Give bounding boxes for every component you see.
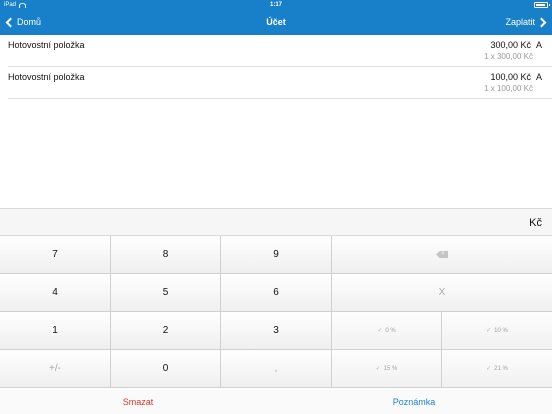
check-icon: ✓ bbox=[486, 366, 492, 372]
amount-display: Kč bbox=[0, 208, 552, 236]
item-quantity: 1 x 300,00 Kč bbox=[484, 52, 533, 61]
check-icon: ✓ bbox=[486, 328, 492, 334]
vat-0-button[interactable]: ✓ 0 % bbox=[332, 312, 442, 350]
vat-21-button[interactable]: ✓ 21 % bbox=[442, 350, 552, 388]
item-amount: 100,00 Kč A bbox=[490, 72, 542, 82]
key-3[interactable]: 3 bbox=[221, 312, 332, 350]
key-1[interactable]: 1 bbox=[0, 312, 111, 350]
vat-15-label: 15 % bbox=[383, 365, 398, 372]
bottom-toolbar: Smazat Poznámka bbox=[0, 390, 552, 414]
key-6[interactable]: 6 bbox=[221, 274, 332, 312]
item-quantity: 1 x 100,00 Kč bbox=[484, 84, 533, 93]
key-5[interactable]: 5 bbox=[111, 274, 221, 312]
item-name: Hotovostní položka bbox=[8, 40, 85, 50]
key-0[interactable]: 0 bbox=[111, 350, 221, 388]
backspace-icon: × bbox=[436, 251, 448, 258]
vat-15-button[interactable]: ✓ 15 % bbox=[332, 350, 442, 388]
list-item[interactable]: Hotovostní položka 300,00 Kč A 1 x 300,0… bbox=[8, 35, 552, 67]
battery-icon bbox=[534, 2, 550, 8]
vat-21-label: 21 % bbox=[494, 365, 508, 372]
pay-button[interactable]: Zaplatit bbox=[505, 10, 548, 35]
key-9[interactable]: 9 bbox=[221, 236, 332, 274]
status-bar: iPad 1:17 bbox=[0, 0, 552, 10]
item-price: 100,00 Kč bbox=[490, 72, 531, 82]
item-price: 300,00 Kč bbox=[490, 40, 531, 50]
check-icon: ✓ bbox=[375, 366, 381, 372]
check-icon: ✓ bbox=[377, 328, 383, 334]
vat-10-label: 10 % bbox=[494, 327, 508, 334]
nav-bar: Domů Účet Zaplatit bbox=[0, 10, 552, 35]
vat-0-label: 0 % bbox=[385, 327, 396, 334]
receipt-list: Hotovostní položka 300,00 Kč A 1 x 300,0… bbox=[0, 35, 552, 208]
vat-10-button[interactable]: ✓ 10 % bbox=[442, 312, 552, 350]
delete-button[interactable]: Smazat bbox=[0, 390, 276, 414]
keypad: 7 8 9 × 4 5 6 X 1 2 3 ✓ 0 % ✓ 10 % +/- 0… bbox=[0, 236, 552, 390]
item-tax-code: A bbox=[535, 72, 542, 82]
chevron-right-icon bbox=[536, 17, 547, 28]
item-name: Hotovostní položka bbox=[8, 72, 85, 82]
key-2[interactable]: 2 bbox=[111, 312, 221, 350]
app-window: iPad 1:17 Domů Účet Zaplatit Hotovostní … bbox=[0, 0, 552, 414]
pay-label: Zaplatit bbox=[505, 17, 535, 27]
note-button[interactable]: Poznámka bbox=[276, 390, 552, 414]
top-bar: iPad 1:17 Domů Účet Zaplatit bbox=[0, 0, 552, 35]
key-8[interactable]: 8 bbox=[111, 236, 221, 274]
item-tax-code: A bbox=[535, 40, 542, 50]
list-item[interactable]: Hotovostní položka 100,00 Kč A 1 x 100,0… bbox=[8, 67, 552, 99]
key-7[interactable]: 7 bbox=[0, 236, 111, 274]
sign-toggle-button[interactable]: +/- bbox=[0, 350, 111, 388]
page-title: Účet bbox=[266, 17, 286, 27]
clock: 1:17 bbox=[269, 2, 282, 8]
clear-button[interactable]: X bbox=[332, 274, 552, 312]
currency-label: Kč bbox=[529, 217, 542, 229]
backspace-button[interactable]: × bbox=[332, 236, 552, 274]
key-4[interactable]: 4 bbox=[0, 274, 111, 312]
decimal-button[interactable]: , bbox=[221, 350, 332, 388]
item-amount: 300,00 Kč A bbox=[490, 40, 542, 50]
